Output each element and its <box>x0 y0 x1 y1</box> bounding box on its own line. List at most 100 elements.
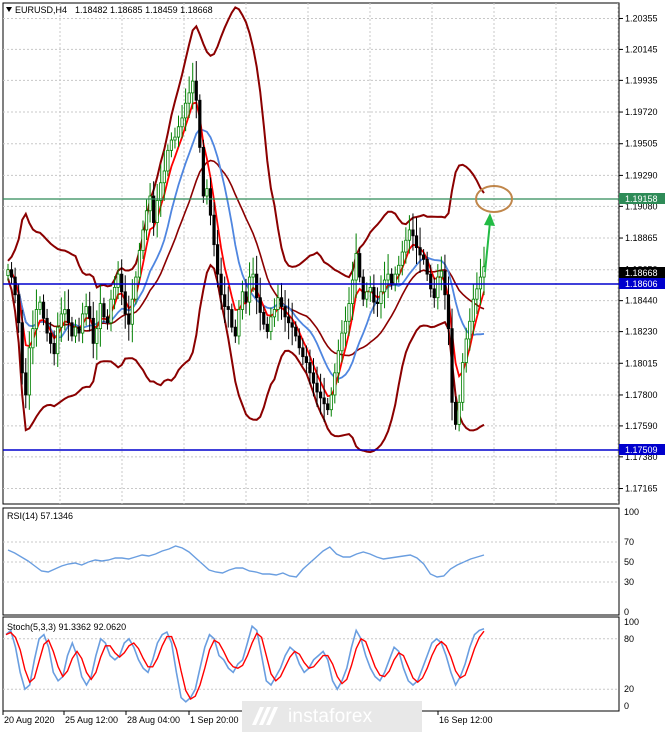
candle-body <box>198 99 202 148</box>
candle-body <box>453 401 458 425</box>
candle-body <box>201 147 205 197</box>
candle-body <box>411 229 415 237</box>
label-green: 1.19158 <box>619 193 665 204</box>
candle-body <box>311 372 316 384</box>
candle-body <box>414 235 419 249</box>
symbol-triangle-icon[interactable] <box>6 7 12 12</box>
candle-body <box>432 288 436 299</box>
candle-body <box>475 288 479 300</box>
candle-body <box>212 214 216 246</box>
candle-body <box>184 102 188 119</box>
chart-canvas: 1.20355 1.20145 1.19935 1.19720 1.19505 1.192… <box>2 2 665 725</box>
candle-body <box>49 332 53 344</box>
candle-body <box>9 269 14 278</box>
candle-body <box>336 350 340 374</box>
rsi-tick-label: 0 <box>624 607 629 617</box>
candle-body <box>84 306 88 315</box>
candle-body <box>144 210 149 231</box>
candle-body <box>251 273 255 278</box>
price-pane: 1.20355 1.20145 1.19935 1.19720 1.19505 1.192… <box>2 2 665 505</box>
candle-body <box>77 326 81 334</box>
candle-body <box>176 126 181 138</box>
candle-body <box>461 362 465 403</box>
candle-body <box>375 301 380 304</box>
candle-body <box>102 303 106 318</box>
candle-body <box>70 322 74 337</box>
price-gridlines <box>3 3 619 504</box>
instaforex-logo-icon <box>252 707 278 725</box>
candle-body <box>464 338 468 363</box>
candle-body <box>265 323 269 332</box>
candle-body <box>425 258 429 275</box>
candle-body <box>120 273 124 293</box>
price-tick-label: 1.17800 <box>625 390 658 400</box>
candle-body <box>372 286 376 303</box>
candle-body <box>24 372 28 396</box>
candle-body <box>169 139 174 151</box>
candle-body <box>397 264 401 275</box>
candle-body <box>127 313 131 325</box>
price-tick-label: 1.19720 <box>625 107 658 117</box>
candle-body <box>91 317 95 344</box>
candle-body <box>333 372 337 396</box>
candle-body <box>262 312 266 325</box>
candle-body <box>205 188 209 197</box>
candle-body <box>439 270 443 278</box>
rsi-tick-label: 70 <box>624 537 634 547</box>
candle-body <box>95 328 99 344</box>
candle-body <box>240 291 245 310</box>
candle-body <box>41 301 46 319</box>
candle-body <box>301 347 305 358</box>
candle-body <box>365 291 369 300</box>
candle-body <box>80 313 85 334</box>
candle-body <box>329 394 333 411</box>
candle-body <box>134 276 138 300</box>
candle-body <box>287 316 291 324</box>
candle-body <box>318 391 323 399</box>
label-current-text: 1.18668 <box>625 268 658 278</box>
candle-body <box>162 170 166 184</box>
candle-body <box>56 326 60 355</box>
candle-body <box>141 229 145 251</box>
label-blue-bottom: 1.17509 <box>619 444 665 455</box>
candle-body <box>34 309 39 330</box>
candle-body <box>304 356 308 363</box>
time-tick-label: 1 Sep 20:00 <box>190 715 239 725</box>
rsi-pane: 100 70 50 30 0 RSI(14) 57.1346 <box>2 507 639 617</box>
time-tick-label: 16 Sep 12:00 <box>439 715 493 725</box>
candle-body <box>17 294 21 324</box>
price-tick-label: 1.17165 <box>625 484 658 494</box>
candle-body <box>152 195 156 223</box>
price-tick-label: 1.18230 <box>625 327 658 337</box>
candle-body <box>450 328 454 403</box>
candle-body <box>255 273 259 299</box>
candle-body <box>173 136 177 141</box>
candle-body <box>123 291 127 315</box>
time-tick-label: 20 Aug 2020 <box>4 715 55 725</box>
candle-body <box>290 322 294 328</box>
candle-body <box>443 270 447 296</box>
rsi-axis: 100 70 50 30 0 <box>624 507 639 617</box>
candle-body <box>223 294 227 307</box>
candle-body <box>272 309 277 318</box>
candle-body <box>73 326 78 337</box>
watermark-text: instaforex <box>288 706 373 727</box>
stoch-main-line <box>5 624 485 703</box>
stoch-tick-label: 0 <box>624 701 629 711</box>
candle-body <box>326 403 330 411</box>
candle-body <box>340 332 344 352</box>
candle-body <box>407 229 412 241</box>
candle-body <box>382 279 387 293</box>
price-tick-label: 1.18440 <box>625 296 658 306</box>
candle-body <box>148 195 152 212</box>
candle-body <box>322 397 326 405</box>
stoch-pane: 100 80 20 0 Stoch(5,3,3) 91.3362 92.0620 <box>2 616 639 712</box>
candle-body <box>276 297 280 310</box>
candle-body <box>230 309 234 328</box>
candle-body <box>194 80 198 101</box>
candle-body <box>226 306 230 310</box>
candle-body <box>52 342 56 355</box>
stoch-tick-label: 80 <box>624 634 634 644</box>
candle-body <box>109 298 113 324</box>
price-tick-label: 1.20355 <box>625 13 658 23</box>
